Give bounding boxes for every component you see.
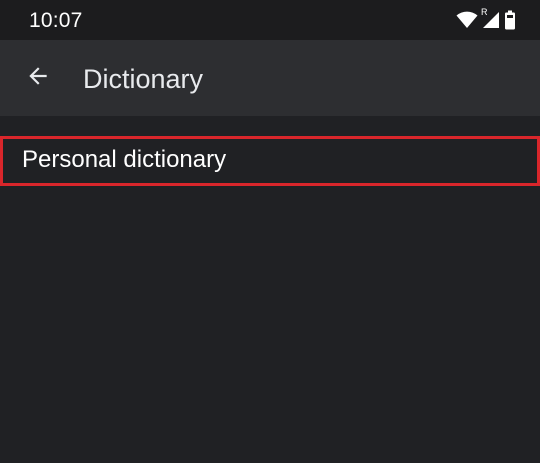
signal-icon: R [481,7,500,29]
status-icons: R [456,7,516,32]
status-time: 10:07 [29,9,83,32]
arrow-left-icon [25,63,51,94]
page-title: Dictionary [83,64,204,94]
wifi-icon [456,11,478,29]
signal-badge: R [481,7,488,17]
list-item-label: Personal dictionary [22,146,227,173]
content-area: Personal dictionary [0,116,540,463]
battery-icon [504,10,516,30]
back-button[interactable] [18,58,58,98]
personal-dictionary-item[interactable]: Personal dictionary [0,136,540,186]
status-bar: 10:07 R [0,0,540,40]
app-bar: Dictionary [0,40,540,116]
